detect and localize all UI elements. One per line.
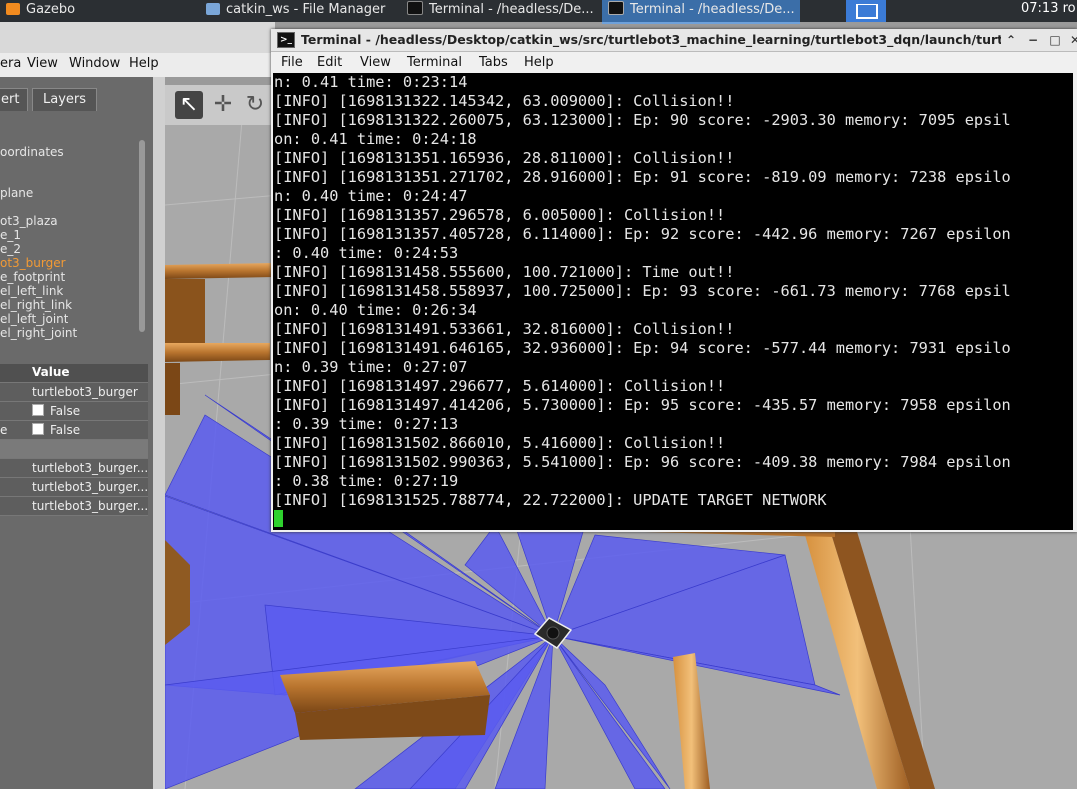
tree-item-selected[interactable]: ot3_burger: [0, 256, 66, 270]
terminal-lines: n: 0.41 time: 0:23:14 [INFO] [1698131322…: [274, 73, 1011, 529]
folder-icon: [206, 3, 220, 15]
taskbar-item-file-manager[interactable]: catkin_ws - File Manager: [200, 0, 398, 22]
terminal-line: [INFO] [1698131525.788774, 22.722000]: U…: [274, 491, 827, 509]
show-desktop-button[interactable]: [846, 0, 886, 22]
terminal-line: [INFO] [1698131351.271702, 28.916000]: E…: [274, 168, 1011, 186]
terminal-line: on: 0.40 time: 0:26:34: [274, 301, 477, 319]
menu-view[interactable]: View: [27, 56, 58, 71]
terminal-titlebar[interactable]: >_ Terminal - /headless/Desktop/catkin_w…: [271, 29, 1077, 52]
select-tool-icon[interactable]: ↖: [175, 91, 203, 119]
world-tree: oordinates plane ot3_plaza e_1 e_2 ot3_b…: [0, 111, 140, 361]
menu-camera[interactable]: era: [0, 56, 21, 71]
gazebo-toolbar: ↖ ✛ ↻: [165, 85, 277, 125]
terminal-line: [INFO] [1698131502.990363, 5.541000]: Ep…: [274, 453, 1011, 471]
terminal-line: n: 0.39 time: 0:27:07: [274, 358, 468, 376]
terminal-title: Terminal - /headless/Desktop/catkin_ws/s…: [301, 32, 1001, 47]
terminal-line: : 0.39 time: 0:27:13: [274, 415, 459, 433]
terminal-line: [INFO] [1698131357.296578, 6.005000]: Co…: [274, 206, 726, 224]
chevron-up-icon[interactable]: ⌃: [1003, 32, 1019, 48]
tree-item[interactable]: e_2: [0, 242, 21, 256]
terminal-icon: >_: [277, 32, 295, 48]
tab-layers[interactable]: Layers: [32, 88, 98, 111]
property-row[interactable]: turtlebot3_burger...: [0, 478, 148, 497]
tree-item[interactable]: el_left_joint: [0, 312, 68, 326]
checkbox[interactable]: [32, 404, 44, 416]
tree-item[interactable]: plane: [0, 186, 33, 200]
terminal-line: : 0.38 time: 0:27:19: [274, 472, 459, 490]
terminal-menubar: File Edit View Terminal Tabs Help: [271, 52, 1077, 73]
terminal-prompt-line: [274, 510, 1011, 529]
tree-item[interactable]: el_right_joint: [0, 326, 77, 340]
property-row[interactable]: turtlebot3_burger...: [0, 497, 148, 516]
terminal-line: [INFO] [1698131497.414206, 5.730000]: Ep…: [274, 396, 1011, 414]
taskbar: Gazebo catkin_ws - File Manager Terminal…: [0, 0, 1077, 24]
tree-scrollbar[interactable]: [139, 140, 145, 332]
taskbar-item-terminal-2[interactable]: Terminal - /headless/De...: [602, 0, 800, 24]
terminal-icon: [608, 1, 624, 15]
property-row[interactable]: turtlebot3_burger: [0, 383, 148, 402]
gazebo-menubar: era View Window Help: [0, 53, 275, 77]
gazebo-icon: [6, 3, 20, 15]
property-header: Value: [0, 364, 148, 383]
panel-splitter[interactable]: [153, 77, 165, 789]
terminal-line: [INFO] [1698131458.555600, 100.721000]: …: [274, 263, 735, 281]
terminal-line: [INFO] [1698131351.165936, 28.811000]: C…: [274, 149, 735, 167]
terminal-line: [INFO] [1698131322.260075, 63.123000]: E…: [274, 111, 1011, 129]
terminal-line: [INFO] [1698131491.533661, 32.816000]: C…: [274, 320, 735, 338]
taskbar-item-gazebo[interactable]: Gazebo: [0, 0, 195, 22]
tab-insert[interactable]: ert: [0, 88, 28, 111]
property-row[interactable]: e False: [0, 421, 148, 440]
terminal-line: [INFO] [1698131497.296677, 5.614000]: Co…: [274, 377, 726, 395]
tree-item[interactable]: el_right_link: [0, 298, 72, 312]
menu-tabs[interactable]: Tabs: [479, 55, 508, 70]
tree-item[interactable]: el_left_link: [0, 284, 63, 298]
checkbox[interactable]: [32, 423, 44, 435]
terminal-output[interactable]: n: 0.41 time: 0:23:14 [INFO] [1698131322…: [273, 73, 1073, 530]
menu-edit[interactable]: Edit: [317, 55, 342, 70]
tree-item[interactable]: ot3_plaza: [0, 214, 58, 228]
taskbar-item-terminal-1[interactable]: Terminal - /headless/De...: [401, 0, 599, 22]
close-icon[interactable]: ✕: [1067, 32, 1077, 48]
terminal-window: >_ Terminal - /headless/Desktop/catkin_w…: [271, 29, 1077, 532]
menu-terminal[interactable]: Terminal: [407, 55, 462, 70]
maximize-icon[interactable]: □: [1047, 32, 1063, 48]
clock: 07:13 ro: [1021, 1, 1076, 16]
property-row[interactable]: turtlebot3_burger...: [0, 459, 148, 478]
tree-item[interactable]: e_1: [0, 228, 21, 242]
gazebo-panel-tabs: ert Layers: [0, 87, 153, 111]
terminal-line: [INFO] [1698131502.866010, 5.416000]: Co…: [274, 434, 726, 452]
gazebo-titlebar: [0, 22, 275, 53]
menu-view[interactable]: View: [360, 55, 391, 70]
terminal-line: n: 0.41 time: 0:23:14: [274, 73, 468, 91]
menu-help[interactable]: Help: [524, 55, 554, 70]
terminal-cursor: [274, 510, 283, 527]
property-row[interactable]: False: [0, 402, 148, 421]
terminal-line: [INFO] [1698131322.145342, 63.009000]: C…: [274, 92, 735, 110]
minimize-icon[interactable]: −: [1025, 32, 1041, 48]
rotate-tool-icon[interactable]: ↻: [241, 91, 269, 119]
menu-window[interactable]: Window: [69, 56, 120, 71]
terminal-line: [INFO] [1698131458.558937, 100.725000]: …: [274, 282, 1011, 300]
tree-item[interactable]: oordinates: [0, 145, 64, 159]
menu-help[interactable]: Help: [129, 56, 159, 71]
terminal-line: n: 0.40 time: 0:24:47: [274, 187, 468, 205]
terminal-line: [INFO] [1698131491.646165, 32.936000]: E…: [274, 339, 1011, 357]
translate-tool-icon[interactable]: ✛: [209, 91, 237, 119]
tree-item[interactable]: e_footprint: [0, 270, 65, 284]
property-row[interactable]: [0, 440, 148, 459]
terminal-line: [INFO] [1698131357.405728, 6.114000]: Ep…: [274, 225, 1011, 243]
terminal-line: : 0.40 time: 0:24:53: [274, 244, 459, 262]
terminal-line: on: 0.41 time: 0:24:18: [274, 130, 477, 148]
menu-file[interactable]: File: [281, 55, 303, 70]
terminal-icon: [407, 1, 423, 15]
